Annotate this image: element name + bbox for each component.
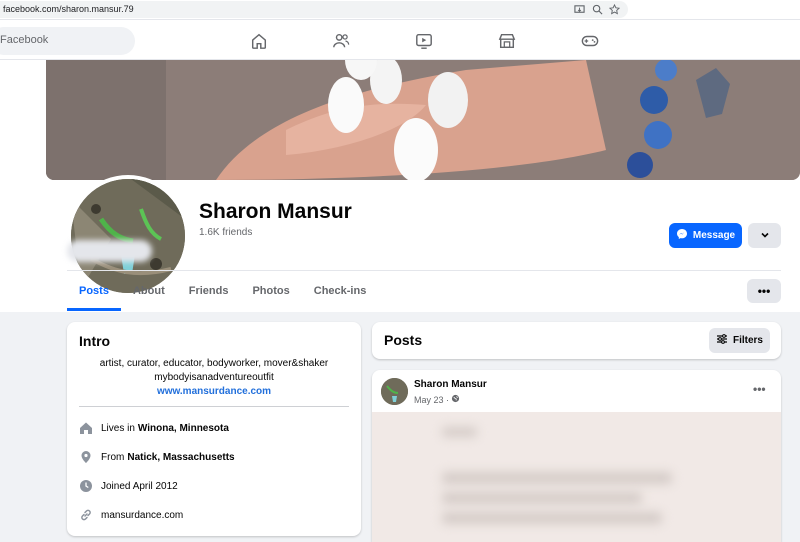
posts-title: Posts — [384, 332, 423, 348]
gaming-icon[interactable] — [579, 30, 601, 52]
intro-divider — [79, 406, 349, 407]
joined-text: Joined April 2012 — [101, 480, 178, 492]
messenger-icon — [676, 228, 688, 243]
post-author-name[interactable]: Sharon Mansur — [414, 379, 487, 390]
tab-check-ins[interactable]: Check-ins — [302, 271, 379, 311]
home-icon[interactable] — [248, 30, 270, 52]
tab-about[interactable]: About — [121, 271, 177, 311]
intro-title: Intro — [79, 333, 111, 349]
lives-in-row: Lives in Winona, Minnesota — [79, 420, 229, 436]
friends-count[interactable]: 1.6K friends — [199, 227, 252, 238]
home-icon — [79, 421, 93, 435]
more-options-button[interactable]: ••• — [747, 279, 781, 303]
cover-photo[interactable] — [46, 60, 800, 180]
browser-url-bar: facebook.com/sharon.mansur.79 — [0, 0, 800, 20]
post-meta: May 23 · — [414, 394, 460, 405]
profile-header: Sharon Mansur 1.6K friends Message Posts… — [0, 60, 800, 312]
bio-line-1: artist, curator, educator, bodyworker, m… — [99, 358, 329, 369]
globe-icon — [451, 394, 460, 405]
link-icon — [79, 508, 93, 522]
post-image[interactable] — [372, 412, 781, 542]
tab-posts[interactable]: Posts — [67, 271, 121, 311]
blurred-content — [442, 512, 662, 524]
filters-button[interactable]: Filters — [709, 328, 770, 353]
message-label: Message — [692, 230, 736, 241]
video-icon[interactable] — [413, 30, 435, 52]
post-card: Sharon Mansur May 23 · ••• — [372, 370, 781, 542]
filters-icon — [716, 333, 728, 348]
post-options-button[interactable]: ••• — [753, 382, 766, 396]
zoom-icon[interactable] — [590, 2, 604, 16]
joined-row: Joined April 2012 — [79, 478, 178, 494]
top-navigation: Facebook — [0, 20, 800, 60]
address-field[interactable]: facebook.com/sharon.mansur.79 — [0, 1, 628, 18]
blurred-content — [442, 427, 477, 437]
search-placeholder: Facebook — [0, 34, 49, 46]
bio-line-2: mybodyisanadventureoutfit — [154, 372, 274, 383]
post-author-avatar[interactable] — [381, 378, 408, 405]
location-pin-icon — [79, 450, 93, 464]
tab-friends[interactable]: Friends — [177, 271, 241, 311]
from-prefix: From — [101, 451, 125, 463]
website-text[interactable]: mansurdance.com — [101, 510, 183, 521]
message-button[interactable]: Message — [669, 223, 742, 248]
from-row: From Natick, Massachusetts — [79, 449, 235, 465]
posts-header-card: Posts Filters — [372, 322, 781, 359]
url-text[interactable]: facebook.com/sharon.mansur.79 — [3, 4, 134, 14]
marketplace-icon[interactable] — [496, 30, 518, 52]
friends-icon[interactable] — [330, 30, 352, 52]
lives-in-place[interactable]: Winona, Minnesota — [138, 423, 229, 434]
search-input[interactable]: Facebook — [0, 27, 135, 55]
install-app-icon[interactable] — [572, 2, 586, 16]
profile-tabs: Posts About Friends Photos Check-ins — [67, 271, 378, 311]
chevron-down-icon — [760, 227, 770, 245]
filters-label: Filters — [732, 335, 763, 346]
mutual-friends-avatars[interactable] — [67, 240, 152, 262]
bio-website-link[interactable]: www.mansurdance.com — [157, 386, 271, 397]
blurred-content — [442, 492, 642, 504]
post-date[interactable]: May 23 · — [414, 395, 449, 405]
from-place[interactable]: Natick, Massachusetts — [127, 452, 234, 463]
link-row: mansurdance.com — [79, 507, 183, 523]
profile-name: Sharon Mansur — [199, 200, 352, 223]
bookmark-star-icon[interactable] — [607, 2, 621, 16]
clock-icon — [79, 479, 93, 493]
lives-in-prefix: Lives in — [101, 422, 135, 434]
profile-options-button[interactable] — [748, 223, 781, 248]
tab-photos[interactable]: Photos — [240, 271, 301, 311]
intro-card: Intro artist, curator, educator, bodywor… — [67, 322, 361, 536]
intro-bio: artist, curator, educator, bodyworker, m… — [67, 357, 361, 399]
blurred-content — [442, 472, 672, 484]
